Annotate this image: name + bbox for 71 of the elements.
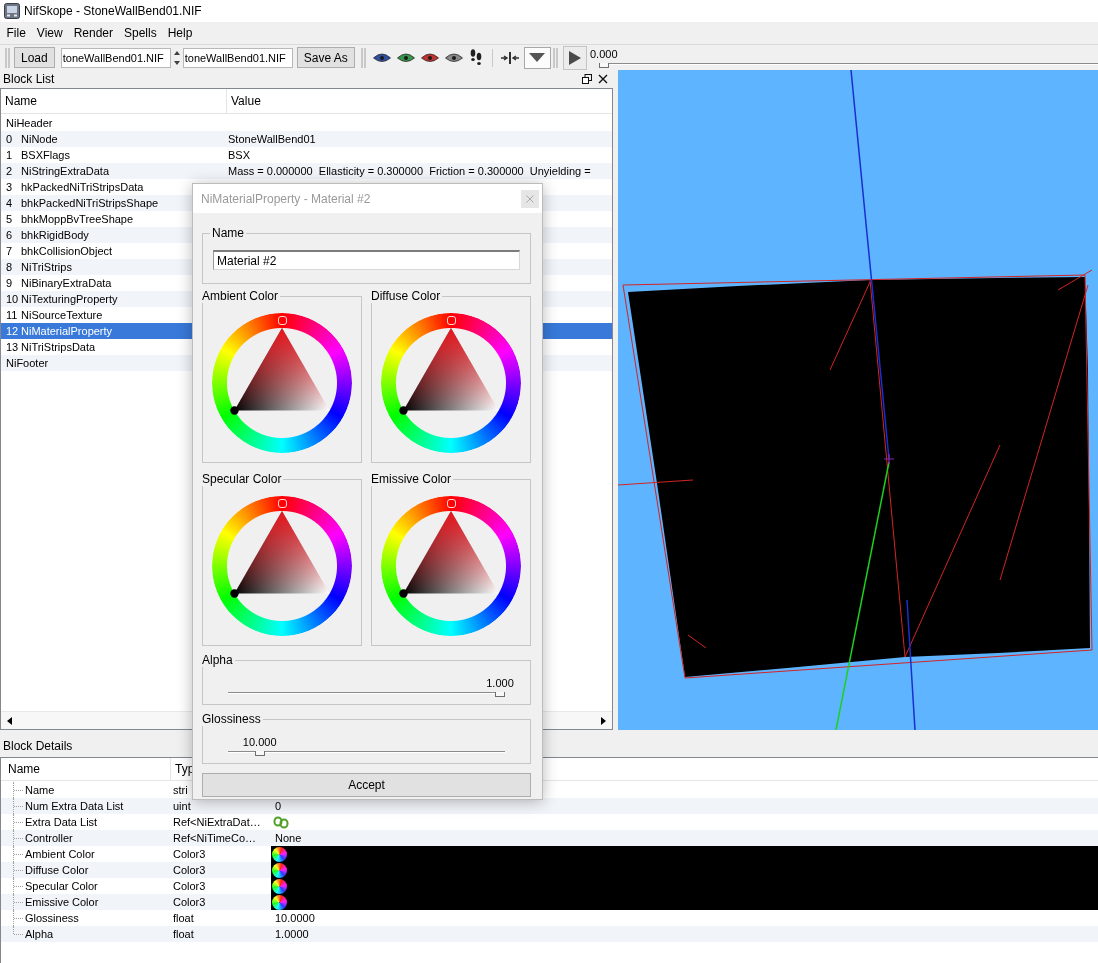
block-type: bhkMoppBvTreeShape <box>21 213 134 225</box>
block-type: NiSourceTexture <box>21 309 103 321</box>
block-index: 2 <box>6 165 14 177</box>
property-value: 10.0000 <box>274 912 315 924</box>
group-label: Name <box>211 226 245 240</box>
block-type: NiTriStripsData <box>21 341 96 353</box>
group-label: Ambient Color <box>201 289 280 303</box>
block-index: 7 <box>6 245 14 257</box>
property-value: 1.0000 <box>274 928 309 940</box>
window-title: NifSkope - StoneWallBend01.NIF <box>24 4 202 18</box>
block-index: 6 <box>6 229 14 241</box>
block-index: 5 <box>6 213 14 225</box>
block-type: NiFooter <box>6 357 49 369</box>
block-value: StoneWallBend01 <box>228 133 316 145</box>
group-label: Specular Color <box>201 472 283 486</box>
block-type: BSXFlags <box>21 149 70 161</box>
property-type: Color3 <box>173 864 206 876</box>
group-label: Alpha <box>201 653 234 667</box>
block-index: 3 <box>6 181 14 193</box>
block-type: NiNode <box>21 133 58 145</box>
property-type: stri <box>173 784 188 796</box>
block-index: 0 <box>6 133 14 145</box>
property-type: Color3 <box>173 880 206 892</box>
block-type: NiTexturingProperty <box>21 293 118 305</box>
property-name: Glossiness <box>25 912 79 924</box>
property-type: float <box>173 928 194 940</box>
property-type: float <box>173 912 194 924</box>
block-type: bhkCollisionObject <box>21 245 113 257</box>
block-type: NiStringExtraData <box>21 165 110 177</box>
block-type: bhkPackedNiTriStripsShape <box>21 197 159 209</box>
property-type: Ref<NiExtraDat… <box>173 816 261 828</box>
property-type: uint <box>173 800 191 812</box>
dialog-title: NiMaterialProperty - Material #2 <box>201 191 371 206</box>
dock-title: Block Details <box>3 739 73 753</box>
property-name: Emissive Color <box>25 896 99 908</box>
block-index: 11 <box>6 309 19 321</box>
dock-title: Block List <box>3 72 55 86</box>
property-name: Name <box>25 784 55 796</box>
property-name: Ambient Color <box>25 848 95 860</box>
block-type: NiBinaryExtraData <box>21 277 112 289</box>
block-index: 12 <box>6 325 20 337</box>
block-index: 13 <box>6 341 20 353</box>
property-value: None <box>274 832 302 844</box>
block-index: 10 <box>6 293 20 305</box>
group-label: Diffuse Color <box>370 289 442 303</box>
slider-value: 10.000 <box>242 736 277 749</box>
block-index: 1 <box>6 149 14 161</box>
block-index: 4 <box>6 197 14 209</box>
block-type: NiTriStrips <box>21 261 72 273</box>
property-name: Alpha <box>25 928 54 940</box>
block-value: Mass = 0.000000 Ellasticity = 0.300000 Friction = 0.300000 Unyielding = <box>228 165 591 177</box>
block-index: 9 <box>6 277 14 289</box>
slider-value: 1.000 <box>486 677 514 690</box>
property-name: Diffuse Color <box>25 864 89 876</box>
block-value: BSX <box>228 149 250 161</box>
slider-value: 0.000 <box>589 48 618 61</box>
block-type: NiMaterialProperty <box>21 325 113 337</box>
group-label: Emissive Color <box>370 472 452 486</box>
property-type: Ref<NiTimeCo… <box>173 832 257 844</box>
group-label: Glossiness <box>201 712 262 726</box>
property-type: Color3 <box>173 896 206 908</box>
block-type: NiHeader <box>6 117 53 129</box>
property-type: Color3 <box>173 848 206 860</box>
block-index: 8 <box>6 261 14 273</box>
property-name: Extra Data List <box>25 816 98 828</box>
block-type: bhkRigidBody <box>21 229 89 241</box>
block-type: hkPackedNiTriStripsData <box>21 181 144 193</box>
property-name: Num Extra Data List <box>25 800 124 812</box>
property-value: 0 <box>274 800 282 812</box>
property-name: Controller <box>25 832 73 844</box>
property-name: Specular Color <box>25 880 98 892</box>
